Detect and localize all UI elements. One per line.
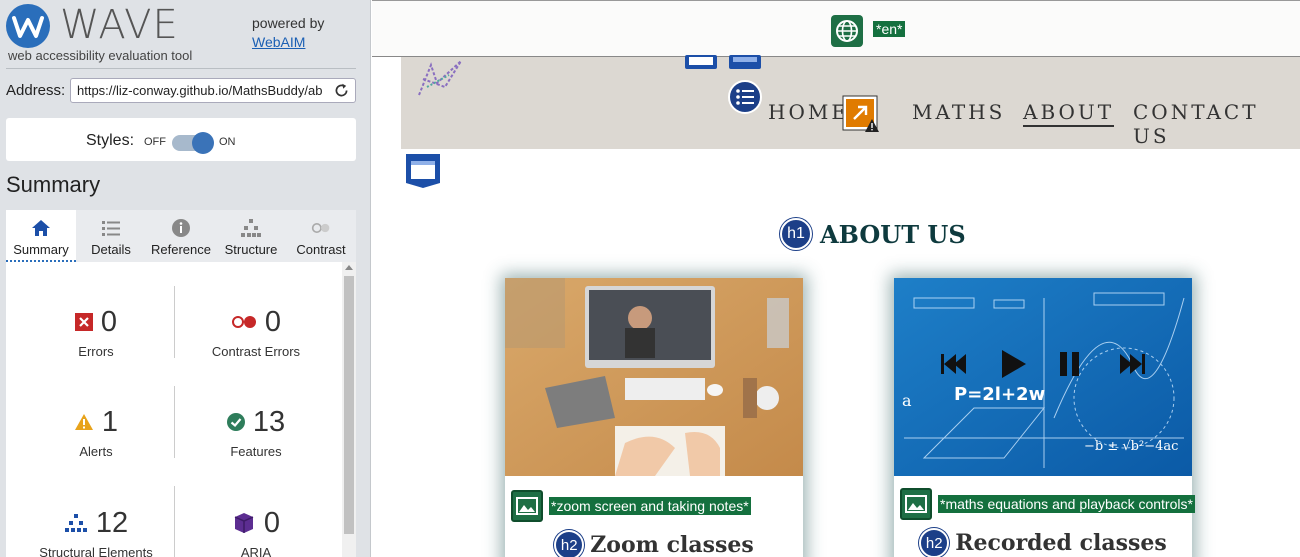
svg-text:−b ± √b²−4ac: −b ± √b²−4ac	[1084, 439, 1178, 454]
h1-badge-icon[interactable]: h1	[780, 218, 812, 250]
stat-aria[interactable]: 0 ARIA	[171, 503, 341, 557]
tab-label: Reference	[151, 242, 211, 257]
structure-icon	[64, 514, 87, 532]
about-heading: h1 ABOUT US	[780, 218, 966, 250]
contrast-errors-label: Contrast Errors	[211, 344, 301, 359]
language-tag: *en*	[873, 21, 906, 37]
image-alt-text: *maths equations and playback controls*	[938, 495, 1195, 513]
info-icon	[172, 219, 190, 237]
wave-title: WAVE	[60, 2, 179, 48]
error-icon	[74, 313, 93, 331]
summary-panel: 0 Errors 0 Contrast Errors 1 Alerts 13 F…	[6, 262, 356, 557]
alt-text-row: *zoom screen and taking notes*	[511, 490, 751, 522]
wave-sidebar: WAVE web accessibility evaluation tool p…	[0, 0, 371, 557]
home-icon	[32, 220, 50, 236]
card-heading: h2 Recorded classes	[894, 528, 1192, 557]
tab-summary[interactable]: Summary	[6, 210, 76, 262]
recorded-classes-image: P=2l+2w −b ± √b²−4ac a	[894, 278, 1192, 476]
aria-cube-icon	[234, 513, 254, 533]
webaim-link[interactable]: WebAIM	[252, 34, 305, 50]
structural-label: Structural Elements	[39, 545, 153, 557]
styles-label: Styles:	[86, 132, 135, 149]
wave-logo-icon	[6, 4, 50, 48]
hierarchy-icon	[241, 219, 261, 237]
scroll-thumb[interactable]	[344, 276, 354, 534]
region-icon[interactable]	[728, 55, 762, 71]
toggle-off-label: OFF	[144, 136, 166, 148]
stat-errors[interactable]: 0 Errors	[11, 302, 181, 359]
page-title: ABOUT US	[820, 219, 966, 249]
tab-structure[interactable]: Structure	[216, 210, 286, 262]
card-zoom-classes: *zoom screen and taking notes* h2 Zoom c…	[505, 278, 803, 557]
nav-home[interactable]: HOME	[768, 100, 849, 124]
alt-text-row: *maths equations and playback controls*	[900, 488, 1195, 520]
styles-toggle[interactable]	[172, 132, 214, 154]
svg-text:a: a	[902, 391, 912, 410]
errors-count: 0	[100, 305, 118, 338]
list-structure-icon[interactable]	[727, 79, 763, 115]
toggle-on-label: ON	[219, 136, 236, 148]
alert-icon	[74, 414, 93, 430]
tab-label: Summary	[13, 242, 69, 257]
address-label: Address:	[6, 82, 66, 99]
zoom-classes-image	[505, 278, 803, 476]
redundant-link-alert-icon[interactable]	[842, 95, 880, 133]
image-alt-text: *zoom screen and taking notes*	[549, 497, 751, 515]
tab-label: Structure	[224, 242, 278, 257]
alerts-label: Alerts	[79, 444, 113, 459]
star-logo-icon	[418, 60, 462, 96]
wave-tabs: Summary Details Reference Structure Cont…	[6, 210, 356, 262]
card-title-text: Zoom classes	[590, 532, 754, 557]
structural-count: 12	[95, 506, 129, 539]
region-icon[interactable]	[684, 55, 718, 71]
tab-label: Contrast	[296, 242, 346, 257]
powered-by-text: powered by	[252, 15, 325, 31]
tab-details[interactable]: Details	[76, 210, 146, 262]
features-count: 13	[252, 405, 286, 438]
stat-features[interactable]: 13 Features	[171, 402, 341, 459]
page-top-bar: *en*	[372, 0, 1300, 57]
sidebar-scrollbar[interactable]	[342, 262, 356, 557]
language-globe-icon[interactable]	[831, 15, 863, 47]
main-region-icon[interactable]	[405, 153, 441, 189]
card-heading: h2 Zoom classes	[505, 530, 803, 557]
nav-contact[interactable]: CONTACT US	[1133, 100, 1300, 148]
h2-badge-icon[interactable]: h2	[554, 530, 585, 557]
aria-label: ARIA	[240, 545, 272, 557]
summary-heading: Summary	[6, 172, 101, 197]
toggle-knob	[192, 132, 214, 154]
contrast-errors-count: 0	[264, 305, 282, 338]
powered-by: powered by WebAIM	[252, 14, 324, 52]
scroll-up-arrow-icon[interactable]	[345, 265, 353, 270]
nav-about[interactable]: ABOUT	[1023, 100, 1115, 127]
aria-count: 0	[263, 506, 281, 539]
nav-maths[interactable]: MATHS	[912, 100, 1005, 124]
svg-text:P=2l+2w: P=2l+2w	[954, 384, 1045, 405]
tab-contrast[interactable]: Contrast	[286, 210, 356, 262]
address-input[interactable]: https://liz-conway.github.io/MathsBuddy/…	[70, 78, 356, 103]
contrast-icon	[311, 223, 330, 233]
image-alt-icon[interactable]	[511, 490, 543, 522]
divider	[6, 68, 356, 69]
evaluated-page: *en* HOME MATHS ABOUT CONTACT US h1 ABOU…	[372, 0, 1300, 557]
contrast-error-icon	[231, 316, 256, 328]
tab-reference[interactable]: Reference	[146, 210, 216, 262]
reload-icon[interactable]	[333, 82, 350, 99]
wave-subtitle: web accessibility evaluation tool	[8, 48, 193, 63]
list-icon	[102, 221, 120, 236]
stat-structural[interactable]: 12 Structural Elements	[11, 503, 181, 557]
styles-toggle-card: Styles: OFF ON	[6, 118, 356, 161]
alerts-count: 1	[101, 405, 119, 438]
site-navbar: HOME MATHS ABOUT CONTACT US	[401, 55, 1300, 149]
card-recorded-classes: P=2l+2w −b ± √b²−4ac a *maths equations …	[894, 278, 1195, 557]
stat-contrast-errors[interactable]: 0 Contrast Errors	[171, 302, 341, 360]
h2-badge-icon[interactable]: h2	[919, 528, 950, 557]
image-alt-icon[interactable]	[900, 488, 932, 520]
card-title-text: Recorded classes	[955, 530, 1167, 556]
tab-label: Details	[91, 242, 131, 257]
features-label: Features	[230, 444, 282, 459]
errors-label: Errors	[78, 344, 114, 359]
feature-check-icon	[226, 413, 245, 431]
stat-alerts[interactable]: 1 Alerts	[11, 402, 181, 459]
